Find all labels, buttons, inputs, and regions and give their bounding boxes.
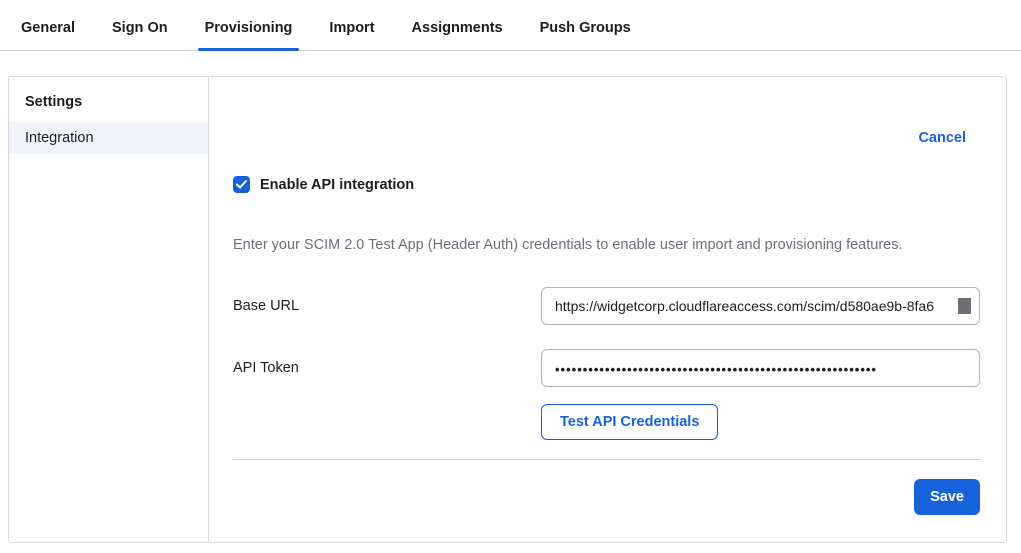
- cancel-row: Cancel: [233, 129, 980, 146]
- api-token-row: API Token ••••••••••••••••••••••••••••••…: [233, 349, 980, 387]
- text-cursor: [958, 298, 971, 314]
- enable-api-integration-row: Enable API integration: [233, 176, 980, 193]
- base-url-value: https://widgetcorp.cloudflareaccess.com/…: [555, 298, 971, 314]
- settings-sidebar: Settings Integration: [9, 77, 209, 542]
- checkmark-icon: [236, 180, 247, 189]
- api-token-value: ••••••••••••••••••••••••••••••••••••••••…: [555, 359, 971, 377]
- api-token-label: API Token: [233, 360, 541, 376]
- enable-api-integration-label: Enable API integration: [260, 177, 414, 193]
- sidebar-item-integration[interactable]: Integration: [9, 122, 208, 154]
- form-divider: [233, 459, 980, 460]
- provisioning-panel: Settings Integration Cancel Enable API i…: [8, 76, 1007, 543]
- credentials-description: Enter your SCIM 2.0 Test App (Header Aut…: [233, 237, 980, 253]
- test-api-credentials-button[interactable]: Test API Credentials: [541, 404, 718, 440]
- sidebar-heading: Settings: [9, 86, 208, 122]
- tab-sign-on[interactable]: Sign On: [105, 20, 175, 50]
- save-button[interactable]: Save: [914, 479, 980, 515]
- test-credentials-row: Test API Credentials: [233, 404, 980, 440]
- tab-provisioning[interactable]: Provisioning: [198, 20, 300, 50]
- api-token-input[interactable]: ••••••••••••••••••••••••••••••••••••••••…: [541, 349, 980, 387]
- tab-push-groups[interactable]: Push Groups: [533, 20, 638, 50]
- base-url-input[interactable]: https://widgetcorp.cloudflareaccess.com/…: [541, 287, 980, 325]
- tab-import[interactable]: Import: [322, 20, 381, 50]
- cancel-button[interactable]: Cancel: [918, 130, 966, 146]
- app-tab-bar: General Sign On Provisioning Import Assi…: [0, 0, 1021, 51]
- enable-api-integration-checkbox[interactable]: [233, 176, 250, 193]
- save-row: Save: [233, 479, 980, 515]
- base-url-row: Base URL https://widgetcorp.cloudflareac…: [233, 287, 980, 325]
- integration-form: Cancel Enable API integration Enter your…: [209, 77, 1006, 542]
- tab-general[interactable]: General: [14, 20, 82, 50]
- base-url-label: Base URL: [233, 298, 541, 314]
- tab-assignments[interactable]: Assignments: [405, 20, 510, 50]
